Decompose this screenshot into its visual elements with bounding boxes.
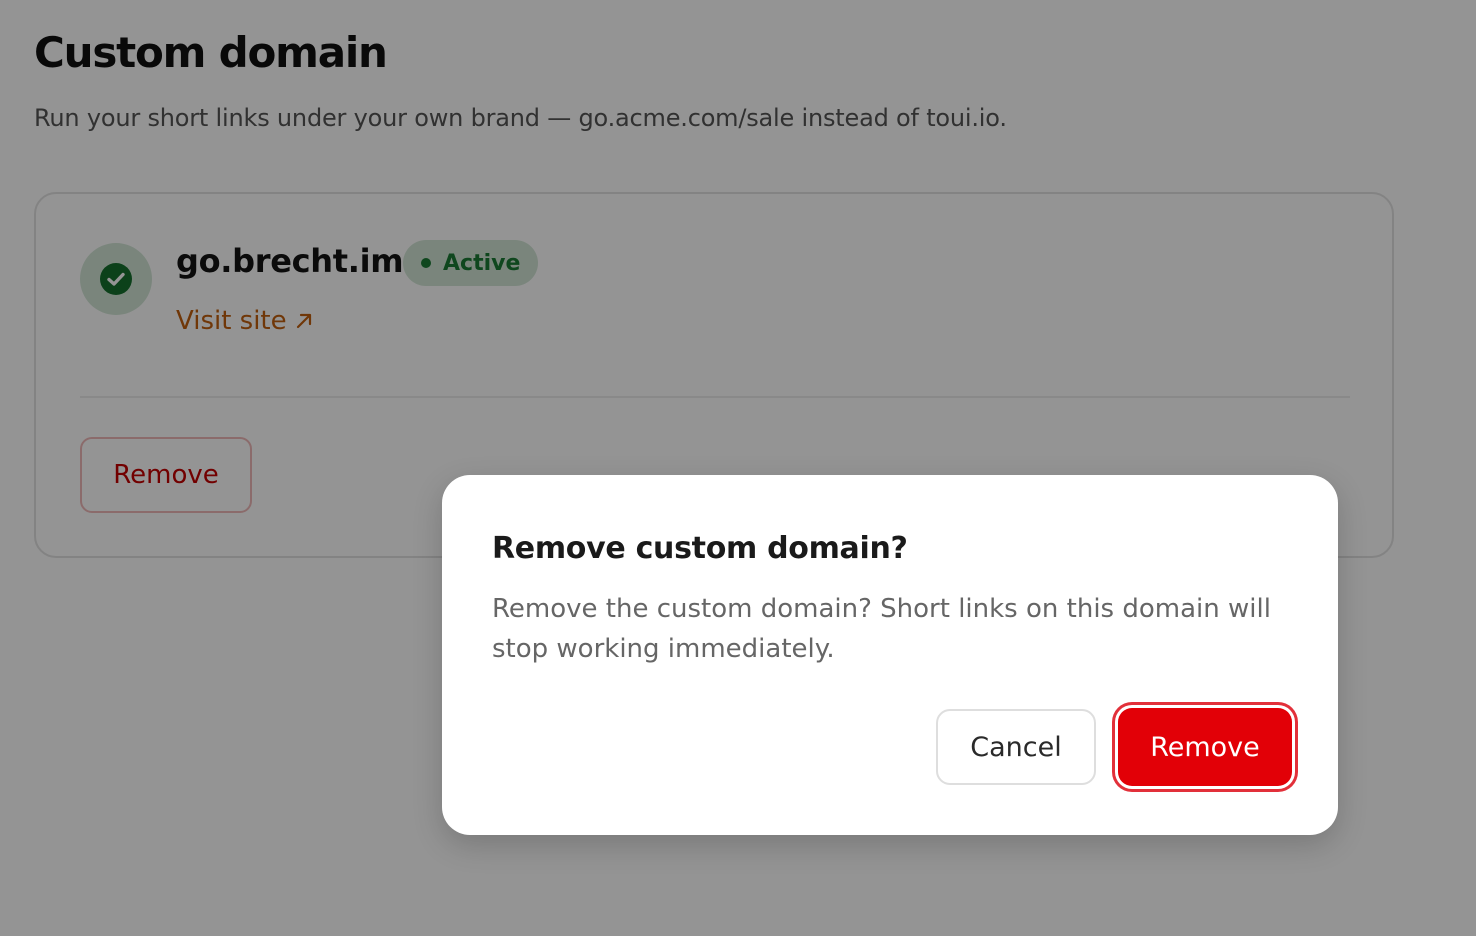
confirm-remove-button[interactable]: Remove [1118, 708, 1292, 786]
cancel-button[interactable]: Cancel [936, 709, 1096, 785]
confirm-dialog: Remove custom domain? Remove the custom … [442, 475, 1338, 835]
dialog-title: Remove custom domain? [492, 531, 908, 566]
dialog-message: Remove the custom domain? Short links on… [492, 594, 1271, 664]
